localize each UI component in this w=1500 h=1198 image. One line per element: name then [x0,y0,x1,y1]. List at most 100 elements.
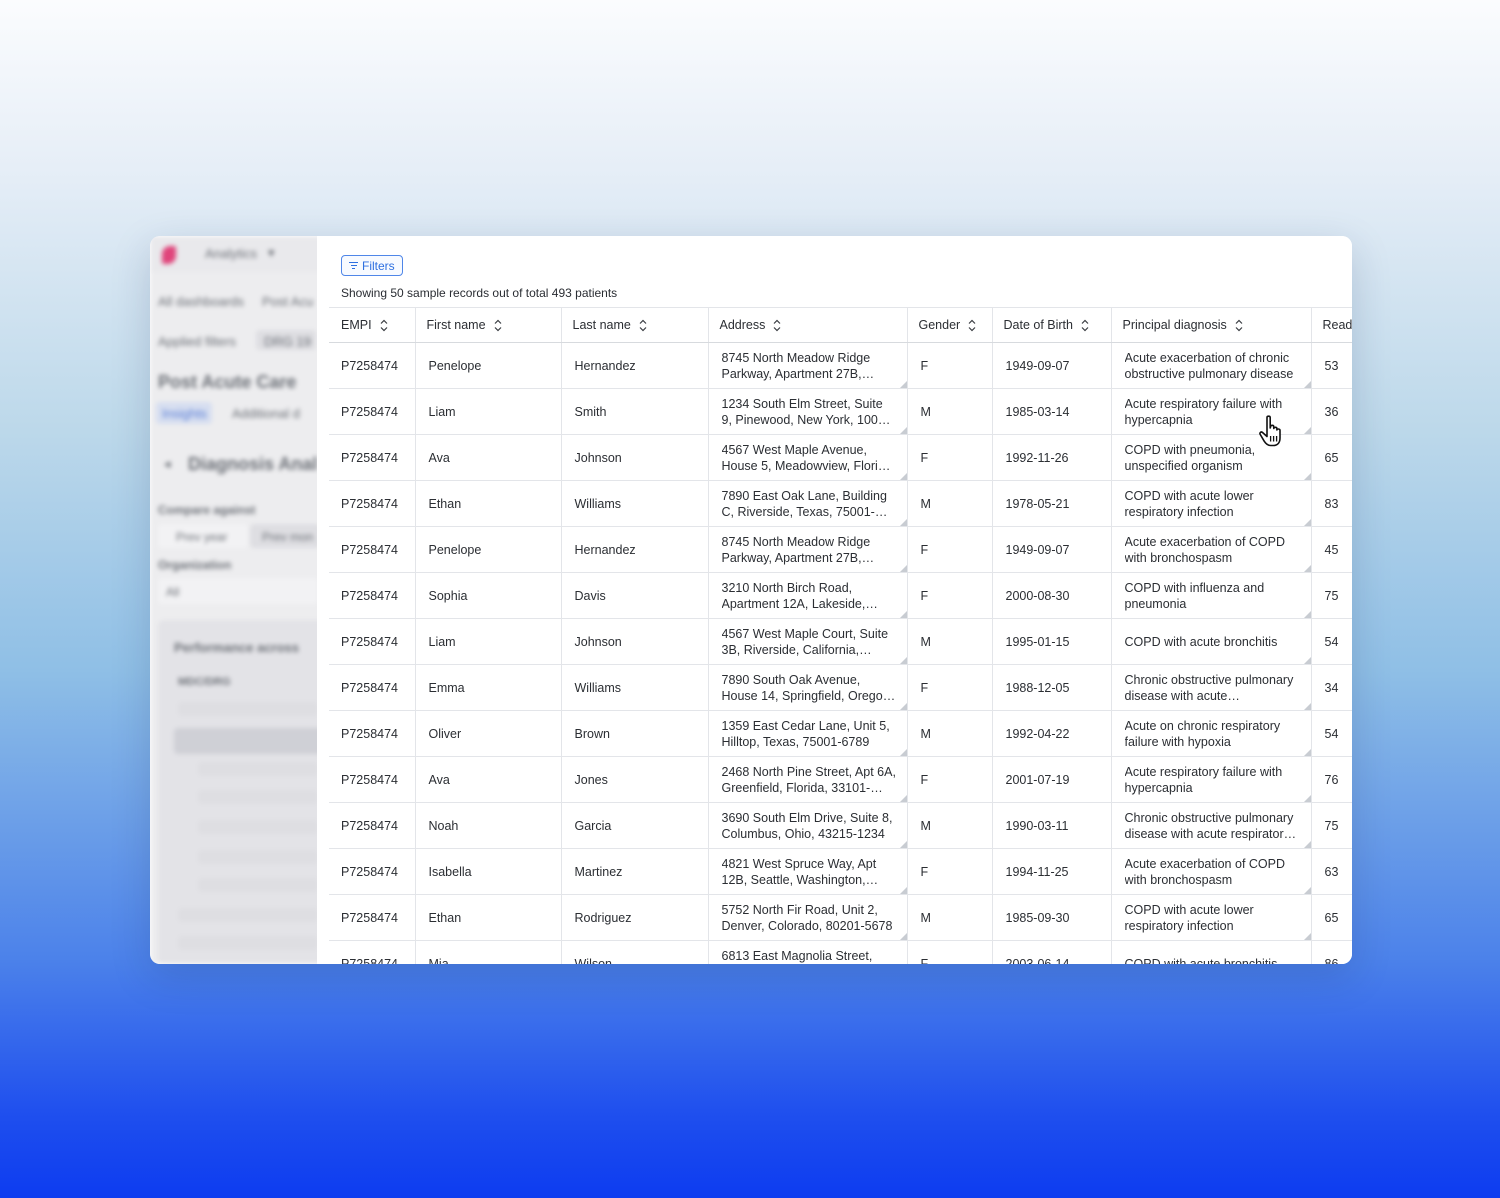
column-header-label: Gender [918,317,961,332]
cell-last-name: Smith [561,388,709,435]
table-row[interactable]: P7258474 Liam Smith 1234 South Elm Street, … [329,388,1352,435]
cell-empi: P7258474 [329,848,416,895]
cell-date-of-birth: 1949-09-07 [992,526,1112,573]
cell-text: 8745 North Meadow Ridge Parkway, Apartme… [721,350,871,381]
cell-text: 54 [1324,634,1339,649]
cell-text: P7258474 [341,680,399,695]
applied-filter-chip[interactable]: DRG 19 [264,334,311,349]
cell-resize-handle [1303,519,1311,526]
cell-text: Hernandez [574,542,636,557]
cell-text: 1988-12-05 [1005,680,1070,695]
tab-insights[interactable]: Insights [162,406,207,421]
sort-updown-icon[interactable] [968,319,976,332]
cell-text: Williams [574,680,622,695]
table-row[interactable]: P7258474 Isabella Martinez 4821 West Spruce… [329,848,1352,895]
cell-text: Penelope [428,542,482,557]
column-header-first-name[interactable]: First name [415,307,562,343]
cell-text: COPD with influenza and pneumonia [1124,580,1265,611]
cell-last-name: Martinez [561,848,709,895]
sort-updown-icon[interactable] [639,319,647,332]
cell-readmission: 75 [1311,802,1352,849]
collapse-icon[interactable]: ◂ [164,456,171,472]
column-header-empi[interactable]: EMPI [329,307,416,343]
sort-updown-icon[interactable] [494,319,502,332]
cell-date-of-birth: 2001-07-19 [992,756,1112,803]
cell-text: 3210 North Birch Road, Apartment 12A, La… [721,580,866,611]
cell-text: Hernandez [574,358,636,373]
page-title: Post Acute Care [158,372,297,392]
cell-readmission: 34 [1311,664,1352,711]
sort-updown-icon[interactable] [1235,319,1243,332]
cell-resize-handle [1303,749,1311,756]
cell-text: Johnson [574,634,622,649]
compare-option-prev-month[interactable]: Prev mon [262,530,313,544]
table-row[interactable]: P7258474 Ava Johnson 4567 West Maple Avenue… [329,434,1352,481]
cell-text: Liam [428,634,456,649]
tab-additional[interactable]: Additional d [232,406,300,421]
cell-text: M [920,726,931,741]
breadcrumb-root[interactable]: All dashboards [158,294,244,309]
cell-text: 34 [1324,680,1339,695]
cell-readmission: 45 [1311,526,1352,573]
cell-gender: F [907,664,993,711]
table-row[interactable]: P7258474 Penelope Hernandez 8745 North Mead… [329,342,1352,389]
column-header-readmission[interactable]: Readr [1311,307,1352,343]
cell-text: 1995-01-15 [1005,634,1070,649]
table-row[interactable]: P7258474 Liam Johnson 4567 West Maple Court… [329,618,1352,665]
column-header-label: EMPI [341,317,372,332]
cell-readmission: 75 [1311,572,1352,619]
table-row[interactable]: P7258474 Ethan Rodriguez 5752 North Fir Roa… [329,894,1352,941]
cell-date-of-birth: 1994-11-25 [992,848,1112,895]
cell-text: 86 [1324,956,1339,965]
column-header-address[interactable]: Address [708,307,908,343]
cell-text: 2468 North Pine Street, Apt 6A, Greenfie… [721,764,896,795]
filters-button[interactable]: Filters [341,255,403,276]
cell-gender: M [907,480,993,527]
cell-text: Acute on chronic respiratory failure wit… [1124,718,1281,749]
cell-readmission: 54 [1311,618,1352,665]
cell-readmission: 53 [1311,342,1352,389]
table-row[interactable]: P7258474 Penelope Hernandez 8745 North Mead… [329,526,1352,573]
cell-text: Williams [574,496,622,511]
compare-option-prev-year[interactable]: Prev year [176,530,227,544]
sort-updown-icon[interactable] [380,319,388,332]
breadcrumb-current[interactable]: Post Acu [262,294,313,309]
table-row[interactable]: P7258474 Oliver Brown 1359 East Cedar Lane,… [329,710,1352,757]
table-row[interactable]: P7258474 Sophia Davis 3210 North Birch Road… [329,572,1352,619]
cell-text: Acute respiratory failure with hypercapn… [1124,764,1283,795]
table-row[interactable]: P7258474 Ava Jones 2468 North Pine Street, … [329,756,1352,803]
cell-text: P7258474 [341,864,399,879]
cell-last-name: Williams [561,480,709,527]
cell-text: Mia [428,956,449,965]
cell-text: P7258474 [341,910,399,925]
cell-address: 4567 West Maple Court, Suite 3B, Riversi… [708,618,908,665]
cell-first-name: Ethan [415,894,562,941]
organization-select[interactable]: All [166,585,179,599]
table-row[interactable]: P7258474 Noah Garcia 3690 South Elm Drive, … [329,802,1352,849]
table-row[interactable]: P7258474 Emma Williams 7890 South Oak Avenu… [329,664,1352,711]
cell-text: 1985-09-30 [1005,910,1070,925]
cell-address: 3690 South Elm Drive, Suite 8, Columbus,… [708,802,908,849]
cell-empi: P7258474 [329,526,416,573]
column-header-principal-diagnosis[interactable]: Principal diagnosis [1111,307,1312,343]
table-row[interactable]: P7258474 Mia Wilson 6813 East Magnolia Stre… [329,940,1352,965]
cell-resize-handle [899,473,907,480]
column-header-last-name[interactable]: Last name [561,307,709,343]
cell-text: COPD with acute bronchitis [1124,634,1278,649]
cell-resize-handle [899,749,907,756]
cell-empi: P7258474 [329,572,416,619]
nav-menu-analytics[interactable]: Analytics [205,246,257,261]
cell-gender: F [907,526,993,573]
cell-address: 4567 West Maple Avenue, House 5, Meadowv… [708,434,908,481]
sort-updown-icon[interactable] [1081,319,1089,332]
cell-gender: M [907,618,993,665]
table-row[interactable]: P7258474 Ethan Williams 7890 East Oak Lane,… [329,480,1352,527]
column-header-date-of-birth[interactable]: Date of Birth [992,307,1112,343]
cell-principal-diagnosis: Acute exacerbation of chronic obstructiv… [1111,342,1312,389]
column-header-gender[interactable]: Gender [907,307,993,343]
cell-text: 65 [1324,450,1339,465]
cell-text: Martinez [574,864,623,879]
cell-text: 7890 East Oak Lane, Building C, Riversid… [721,488,887,519]
cell-text: 1992-11-26 [1005,450,1069,465]
sort-updown-icon[interactable] [773,319,781,332]
